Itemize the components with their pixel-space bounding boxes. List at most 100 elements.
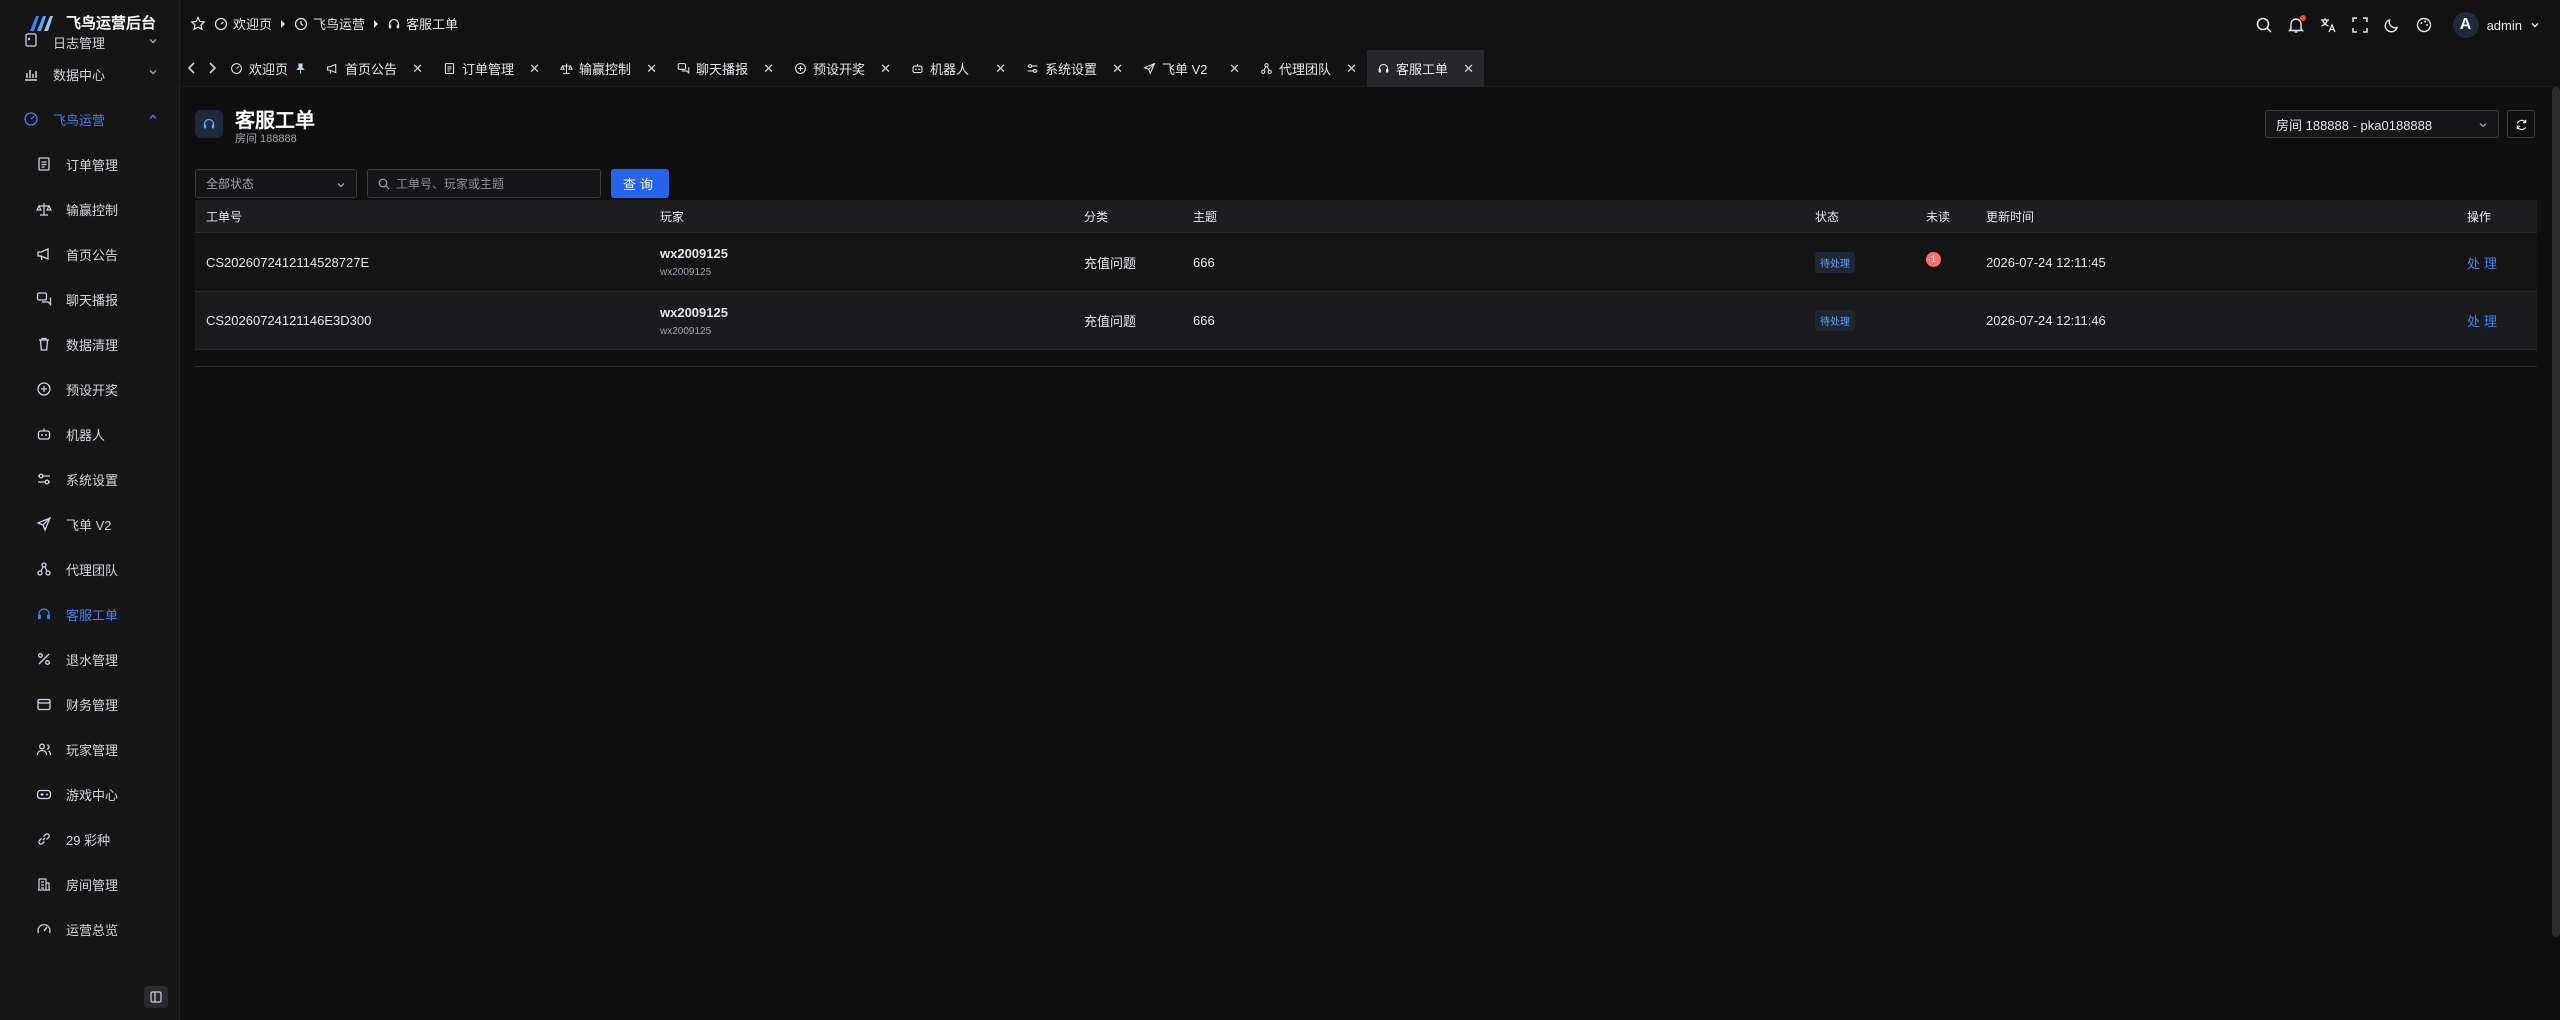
col-header-id[interactable]: 工单号 bbox=[206, 200, 242, 232]
user-menu[interactable]: A admin bbox=[2452, 12, 2540, 38]
breadcrumb-item-tickets[interactable]: 客服工单 bbox=[387, 14, 458, 33]
sidebar-item-9[interactable]: 机器人 bbox=[0, 412, 180, 457]
col-header-action: 操作 bbox=[2467, 209, 2492, 224]
sidebar-item-14[interactable]: 退水管理 bbox=[0, 637, 180, 682]
chevron-left-icon[interactable] bbox=[186, 61, 198, 75]
sidebar-nav: 日志管理数据中心飞鸟运营订单管理输赢控制 首页公告聊天播报数据清理 预设开奖 机器人系… bbox=[0, 33, 180, 952]
status-filter-value: 全部状态 bbox=[206, 177, 255, 191]
col-header-category[interactable]: 分类 bbox=[1084, 200, 1108, 232]
sidebar-item-20[interactable]: 运营总览 bbox=[0, 907, 180, 952]
sidebar-item-13[interactable]: 客服工单 bbox=[0, 592, 180, 637]
sidebar-item-11[interactable]: 飞单 V2 bbox=[0, 502, 180, 547]
room-select[interactable]: 房间 188888 - pka0188888 bbox=[2265, 110, 2499, 138]
close-icon[interactable]: ✕ bbox=[995, 61, 1006, 77]
player-name: wx2009125 bbox=[660, 304, 728, 320]
process-link[interactable]: 处理 bbox=[2467, 311, 2501, 330]
close-icon[interactable]: ✕ bbox=[1463, 61, 1474, 77]
player-block: wx2009125 wx2009125 bbox=[660, 305, 728, 337]
table-row[interactable]: CS20260724121146E3D300 wx2009125 wx20091… bbox=[195, 291, 2537, 350]
search-icon bbox=[378, 178, 390, 190]
sidebar-item-12[interactable]: 代理团队 bbox=[0, 547, 180, 592]
sidebar-item-10[interactable]: 系统设置 bbox=[0, 457, 180, 502]
fullscreen-icon[interactable] bbox=[2351, 16, 2369, 34]
chevron-down-icon bbox=[2479, 123, 2487, 128]
query-button[interactable]: 查询 bbox=[611, 169, 669, 198]
page-scrollbar[interactable] bbox=[2552, 87, 2560, 937]
sidebar-item-17[interactable]: 游戏中心 bbox=[0, 772, 180, 817]
search-input[interactable] bbox=[396, 176, 596, 191]
star-icon[interactable] bbox=[190, 15, 206, 32]
status-filter-select[interactable]: 全部状态 bbox=[195, 169, 357, 198]
tab-0[interactable]: 欢迎页 bbox=[220, 50, 316, 87]
theme-moon-icon[interactable] bbox=[2383, 16, 2401, 34]
sidebar-item-7[interactable]: 数据清理 bbox=[0, 322, 180, 367]
sidebar-item-2[interactable]: 飞鸟运营 bbox=[0, 97, 180, 142]
tab-9[interactable]: 代理团队 ✕ bbox=[1250, 50, 1367, 87]
tab-1[interactable]: 首页公告 ✕ bbox=[316, 50, 433, 87]
col-header-subject[interactable]: 主题 bbox=[1193, 200, 1217, 232]
sidebar-item-label: 数据中心 bbox=[53, 68, 106, 83]
log-icon bbox=[25, 33, 37, 47]
chevron-down-icon bbox=[337, 183, 345, 188]
col-header-status[interactable]: 状态 bbox=[1815, 200, 1839, 232]
breadcrumb-item-feiniao[interactable]: 飞鸟运营 bbox=[294, 14, 365, 33]
close-icon[interactable]: ✕ bbox=[1112, 61, 1123, 77]
tab-5[interactable]: 预设开奖 ✕ bbox=[784, 50, 901, 87]
team-icon bbox=[37, 562, 51, 576]
close-icon[interactable]: ✕ bbox=[763, 61, 774, 77]
close-icon[interactable]: ✕ bbox=[1346, 61, 1357, 77]
doc-icon bbox=[38, 157, 50, 171]
col-header-updated[interactable]: 更新时间 bbox=[1986, 200, 2034, 232]
sidebar-item-label: 订单管理 bbox=[66, 158, 119, 173]
tab-4[interactable]: 聊天播报 ✕ bbox=[667, 50, 784, 87]
sidebar-item-4[interactable]: 输赢控制 bbox=[0, 187, 180, 232]
sidebar-item-16[interactable]: 玩家管理 bbox=[0, 727, 180, 772]
sidebar-item-5[interactable]: 首页公告 bbox=[0, 232, 180, 277]
sidebar-item-1[interactable]: 数据中心 bbox=[0, 52, 180, 97]
sidebar-item-label: 退水管理 bbox=[66, 653, 119, 668]
tab-2[interactable]: 订单管理 ✕ bbox=[433, 50, 550, 87]
sidebar-item-3[interactable]: 订单管理 bbox=[0, 142, 180, 187]
chevron-right-icon[interactable] bbox=[206, 61, 218, 75]
updated-time: 2026-07-24 12:11:46 bbox=[1986, 313, 2106, 328]
close-icon[interactable]: ✕ bbox=[880, 61, 891, 77]
logo[interactable]: 飞鸟运营后台 bbox=[28, 12, 156, 33]
tab-3[interactable]: 输赢控制 ✕ bbox=[550, 50, 667, 87]
table-row[interactable]: CS2026072412114528727E wx2009125 wx20091… bbox=[195, 232, 2537, 291]
pin-icon[interactable] bbox=[295, 63, 306, 74]
breadcrumb-item-welcome[interactable]: 欢迎页 bbox=[214, 14, 272, 33]
tab-8[interactable]: 飞单 V2 ✕ bbox=[1133, 50, 1250, 87]
col-header-player[interactable]: 玩家 bbox=[660, 200, 684, 232]
team-icon bbox=[1261, 63, 1272, 74]
sidebar-item-label: 聊天播报 bbox=[66, 293, 119, 308]
col-header-unread[interactable]: 未读 bbox=[1926, 200, 1950, 232]
tab-6[interactable]: 机器人 ✕ bbox=[901, 50, 1016, 87]
tab-label: 欢迎页 bbox=[249, 62, 289, 77]
action-cell: 处理 bbox=[2467, 292, 2501, 349]
sidebar-item-19[interactable]: 房间管理 bbox=[0, 862, 180, 907]
sidebar-item-0[interactable]: 日志管理 bbox=[0, 32, 180, 52]
tab-7[interactable]: 系统设置 ✕ bbox=[1016, 50, 1133, 87]
sidebar-collapse-button[interactable] bbox=[144, 986, 168, 1008]
close-icon[interactable]: ✕ bbox=[412, 61, 423, 77]
refresh-button[interactable] bbox=[2507, 110, 2535, 138]
sidebar-item-15[interactable]: 财务管理 bbox=[0, 682, 180, 727]
search-icon[interactable] bbox=[2255, 16, 2273, 34]
close-icon[interactable]: ✕ bbox=[646, 61, 657, 77]
notification-button[interactable] bbox=[2287, 15, 2306, 34]
close-icon[interactable]: ✕ bbox=[1229, 61, 1240, 77]
chart-icon bbox=[25, 70, 37, 81]
palette-icon[interactable] bbox=[2415, 16, 2433, 34]
sidebar-item-6[interactable]: 聊天播报 bbox=[0, 277, 180, 322]
tab-10[interactable]: 客服工单 ✕ bbox=[1367, 50, 1484, 87]
process-link[interactable]: 处理 bbox=[2467, 253, 2501, 272]
scale-icon bbox=[560, 63, 573, 74]
header-actions: A admin bbox=[2255, 12, 2540, 38]
sidebar-item-18[interactable]: 29 彩种 bbox=[0, 817, 180, 862]
translate-icon[interactable] bbox=[2319, 16, 2337, 34]
link-icon bbox=[38, 833, 50, 845]
close-icon[interactable]: ✕ bbox=[529, 61, 540, 77]
send-icon bbox=[1143, 62, 1156, 75]
sidebar-item-8[interactable]: 预设开奖 bbox=[0, 367, 180, 412]
sidebar-item-label: 房间管理 bbox=[66, 878, 119, 893]
